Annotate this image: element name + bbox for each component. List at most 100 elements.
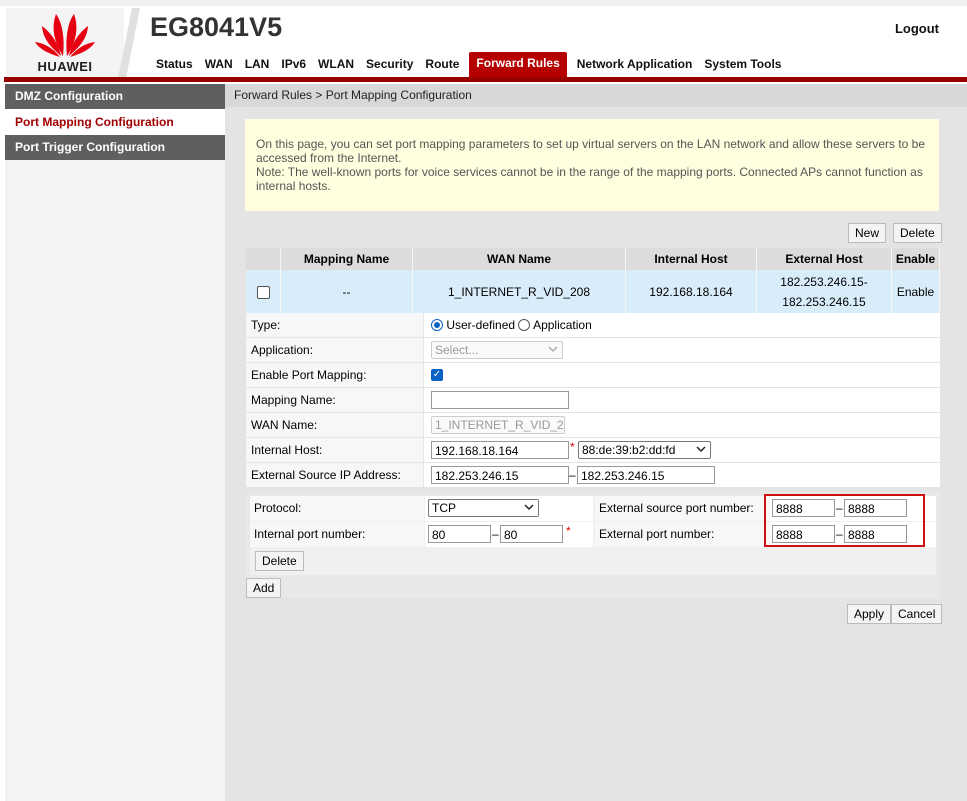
form-row-type: Type: User-defined Application	[246, 313, 940, 338]
form-row-wan-name: WAN Name: 1_INTERNET_R_VID_2	[246, 413, 940, 438]
internal-host-label: Internal Host:	[246, 438, 424, 462]
required-marker: *	[570, 440, 575, 454]
row-wan-name: 1_INTERNET_R_VID_208	[412, 270, 626, 314]
row-enable: Enable	[891, 270, 940, 314]
cancel-button[interactable]: Cancel	[891, 604, 943, 624]
nav-route[interactable]: Route	[419, 52, 465, 77]
row-select-cell[interactable]	[246, 270, 281, 314]
chevron-down-icon	[524, 504, 534, 511]
logout-link[interactable]: Logout	[895, 21, 939, 36]
notice-text: On this page, you can set port mapping p…	[256, 137, 926, 165]
sidebar-item-port-mapping[interactable]: Port Mapping Configuration	[5, 109, 225, 135]
wan-name-label: WAN Name:	[246, 413, 424, 437]
table-header-select	[246, 248, 281, 270]
radio-user-defined[interactable]	[431, 318, 443, 331]
chevron-down-icon	[696, 446, 706, 453]
application-label: Application:	[246, 338, 424, 362]
type-user-defined-label: User-defined	[446, 318, 516, 332]
device-model: EG8041V5	[150, 12, 283, 42]
chevron-down-icon	[548, 346, 558, 353]
header-red-bar	[4, 77, 967, 82]
ext-port-label: External port number:	[595, 522, 770, 547]
table-header-enable: Enable	[891, 248, 940, 270]
enable-cell: ✓	[424, 363, 940, 387]
form-row-mapping-name: Mapping Name:	[246, 388, 940, 413]
ext-src-port-label: External source port number:	[595, 496, 770, 521]
nav-ipv6[interactable]: IPv6	[275, 52, 312, 77]
row-checkbox[interactable]	[256, 286, 270, 300]
top-strip	[0, 0, 967, 6]
huawei-flower-icon	[35, 14, 95, 57]
range-dash: –	[492, 527, 499, 541]
nav-wan[interactable]: WAN	[199, 52, 239, 77]
protocol-cell: TCP	[425, 496, 593, 521]
radio-application[interactable]	[518, 318, 531, 331]
ext-src-ip-start-input[interactable]: 182.253.246.15	[431, 466, 569, 484]
table-row[interactable]: -- 1_INTERNET_R_VID_208 192.168.18.164 1…	[246, 270, 940, 314]
mapping-name-input[interactable]	[431, 391, 569, 409]
table-header-internal-host: Internal Host	[625, 248, 757, 270]
header: HUAWEI EG8041V5 Logout Status WAN LAN IP…	[0, 0, 967, 80]
form-row-ext-src-ip: External Source IP Address: 182.253.246.…	[246, 463, 940, 488]
highlight-box	[764, 494, 925, 547]
huawei-logo: HUAWEI	[6, 8, 124, 78]
delete-button[interactable]: Delete	[893, 223, 942, 243]
wan-name-select[interactable]: 1_INTERNET_R_VID_2	[431, 416, 565, 434]
main-content: Forward Rules > Port Mapping Configurati…	[225, 84, 967, 801]
required-marker: *	[566, 524, 571, 538]
add-button[interactable]: Add	[246, 578, 282, 598]
int-port-end-input[interactable]: 80	[500, 525, 563, 543]
row-external-host-end: 182.253.246.15	[782, 295, 866, 309]
row-external-host: 182.253.246.15- 182.253.246.15	[756, 270, 892, 314]
notice-note: Note: The well-known ports for voice ser…	[256, 165, 923, 193]
info-notice: On this page, you can set port mapping p…	[245, 119, 939, 211]
internal-host-mac-value: 88:de:39:b2:dd:fd	[582, 443, 676, 457]
form-row-enable: Enable Port Mapping: ✓	[246, 363, 940, 388]
application-select-value: Select...	[435, 343, 479, 357]
range-dash: –	[569, 468, 576, 482]
row-mapping-name: --	[280, 270, 413, 314]
mapping-table: Mapping Name WAN Name Internal Host Exte…	[246, 248, 940, 314]
nav-network-application[interactable]: Network Application	[571, 52, 699, 77]
form-row-application: Application: Select...	[246, 338, 940, 363]
internal-host-cell: 192.168.18.164 * 88:de:39:b2:dd:fd	[424, 438, 940, 462]
breadcrumb: Forward Rules > Port Mapping Configurati…	[225, 84, 967, 107]
wan-name-select-value: 1_INTERNET_R_VID_2	[435, 418, 564, 432]
int-port-start-input[interactable]: 80	[428, 525, 491, 543]
type-label: Type:	[246, 313, 424, 337]
application-select[interactable]: Select...	[431, 341, 563, 359]
protocol-select[interactable]: TCP	[428, 499, 539, 517]
ext-src-ip-cell: 182.253.246.15 – 182.253.246.15	[424, 463, 940, 487]
nav-forward-rules[interactable]: Forward Rules	[469, 52, 567, 77]
nav-wlan[interactable]: WLAN	[312, 52, 360, 77]
form-row-internal-host: Internal Host: 192.168.18.164 * 88:de:39…	[246, 438, 940, 463]
top-nav: Status WAN LAN IPv6 WLAN Security Route …	[150, 52, 787, 77]
table-header-mapping-name: Mapping Name	[280, 248, 413, 270]
nav-system-tools[interactable]: System Tools	[698, 52, 787, 77]
header-divider	[118, 8, 140, 78]
int-port-label: Internal port number:	[250, 522, 424, 547]
sidebar-item-dmz[interactable]: DMZ Configuration	[5, 84, 225, 109]
nav-security[interactable]: Security	[360, 52, 419, 77]
row-internal-host: 192.168.18.164	[625, 270, 757, 314]
row-external-host-start: 182.253.246.15-	[780, 275, 868, 289]
internal-host-mac-select[interactable]: 88:de:39:b2:dd:fd	[578, 441, 711, 459]
internal-host-input[interactable]: 192.168.18.164	[431, 441, 569, 459]
ext-src-ip-label: External Source IP Address:	[246, 463, 424, 487]
mapping-name-cell	[424, 388, 940, 412]
type-application-label: Application	[533, 318, 592, 332]
enable-label: Enable Port Mapping:	[246, 363, 424, 387]
protocol-label: Protocol:	[250, 496, 424, 521]
mapping-form: Type: User-defined Application Applicati…	[246, 313, 940, 488]
ext-src-ip-end-input[interactable]: 182.253.246.15	[577, 466, 715, 484]
protocol-select-value: TCP	[432, 501, 456, 515]
apply-button[interactable]: Apply	[847, 604, 892, 624]
nav-lan[interactable]: LAN	[239, 52, 276, 77]
table-header-wan-name: WAN Name	[412, 248, 626, 270]
nav-status[interactable]: Status	[150, 52, 199, 77]
sidebar-item-port-trigger[interactable]: Port Trigger Configuration	[5, 135, 225, 160]
port-delete-button[interactable]: Delete	[255, 551, 304, 571]
table-header-row: Mapping Name WAN Name Internal Host Exte…	[246, 248, 940, 270]
enable-port-mapping-checkbox[interactable]: ✓	[431, 369, 443, 381]
new-button[interactable]: New	[848, 223, 887, 243]
